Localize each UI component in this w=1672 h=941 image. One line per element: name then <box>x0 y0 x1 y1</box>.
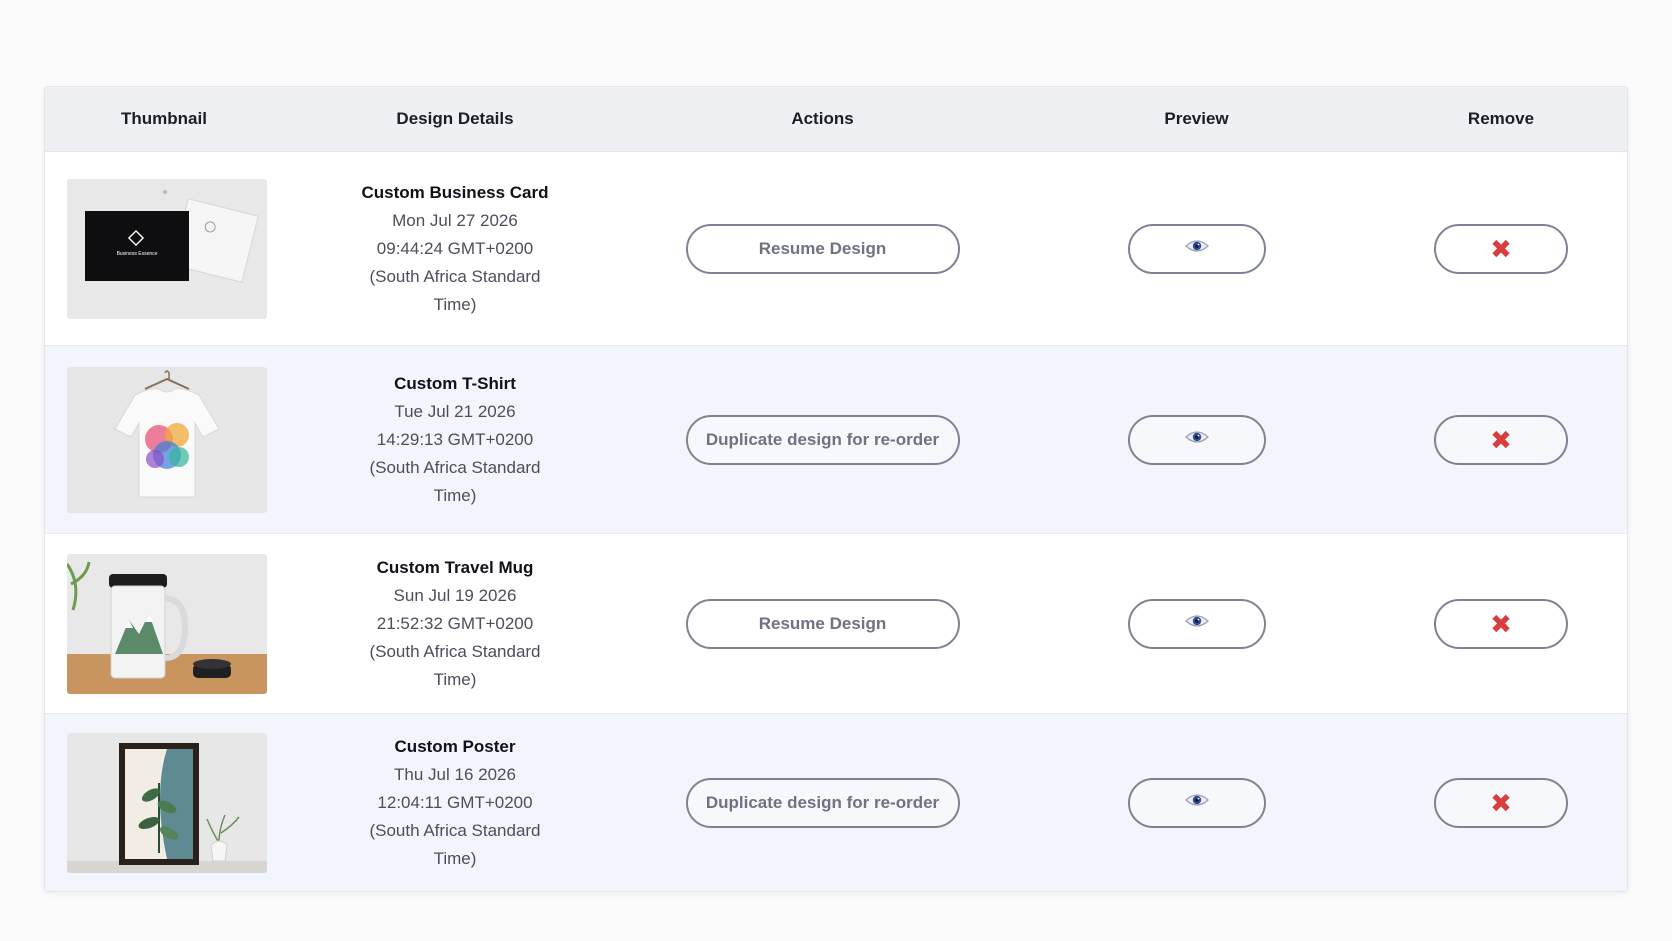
design-date: Thu Jul 16 2026 <box>394 764 516 784</box>
travel-mug-thumbnail <box>67 553 267 694</box>
eye-icon <box>1184 429 1209 450</box>
table-row: Business Essence Custom Business Card Mo… <box>45 152 1627 346</box>
design-time: 21:52:32 GMT+0200 <box>376 613 534 633</box>
design-timezone-end: Time) <box>433 848 477 868</box>
design-name: Custom Poster <box>394 736 516 756</box>
close-icon: ✖ <box>1490 787 1512 818</box>
close-icon: ✖ <box>1490 233 1512 264</box>
design-details: Custom T-Shirt Tue Jul 21 2026 14:29:13 … <box>283 370 627 510</box>
duplicate-design-button[interactable]: Duplicate design for re-order <box>685 414 960 465</box>
designs-table: Thumbnail Design Details Actions Preview… <box>44 86 1628 892</box>
remove-button[interactable]: ✖ <box>1434 598 1568 649</box>
design-time: 12:04:11 GMT+0200 <box>377 792 533 812</box>
design-date: Tue Jul 21 2026 <box>394 401 516 421</box>
duplicate-design-button[interactable]: Duplicate design for re-order <box>685 777 960 828</box>
design-timezone-end: Time) <box>433 669 477 689</box>
preview-button[interactable] <box>1127 598 1266 649</box>
table-row: Custom Travel Mug Sun Jul 19 2026 21:52:… <box>45 534 1627 714</box>
header-remove: Remove <box>1467 109 1535 128</box>
design-timezone: (South Africa Standard <box>369 266 541 286</box>
table-header: Thumbnail Design Details Actions Preview… <box>45 87 1627 152</box>
remove-button[interactable]: ✖ <box>1434 777 1568 828</box>
preview-button[interactable] <box>1127 414 1266 465</box>
table-row: Custom Poster Thu Jul 16 2026 12:04:11 G… <box>45 714 1627 891</box>
preview-button[interactable] <box>1127 777 1266 828</box>
close-icon: ✖ <box>1490 608 1512 639</box>
eye-icon <box>1184 613 1209 634</box>
design-timezone-end: Time) <box>433 294 477 314</box>
eye-icon <box>1184 238 1209 259</box>
design-timezone: (South Africa Standard <box>369 457 541 477</box>
svg-text:Business Essence: Business Essence <box>117 251 158 257</box>
design-details: Custom Poster Thu Jul 16 2026 12:04:11 G… <box>283 733 627 873</box>
tshirt-thumbnail <box>67 366 267 513</box>
resume-design-button[interactable]: Resume Design <box>685 598 960 649</box>
design-timezone: (South Africa Standard <box>369 820 541 840</box>
design-timezone-end: Time) <box>433 485 477 505</box>
eye-icon <box>1184 792 1209 813</box>
design-name: Custom Travel Mug <box>376 557 534 577</box>
business-card-thumbnail: Business Essence <box>67 178 267 319</box>
design-time: 14:29:13 GMT+0200 <box>376 429 534 449</box>
header-design-details: Design Details <box>396 109 514 128</box>
close-icon: ✖ <box>1490 424 1512 455</box>
remove-button[interactable]: ✖ <box>1434 414 1568 465</box>
design-name: Custom Business Card <box>361 182 549 202</box>
design-details: Custom Business Card Mon Jul 27 2026 09:… <box>283 179 627 319</box>
header-thumbnail: Thumbnail <box>121 109 207 128</box>
header-actions: Actions <box>791 109 854 128</box>
design-details: Custom Travel Mug Sun Jul 19 2026 21:52:… <box>283 554 627 694</box>
design-timezone: (South Africa Standard <box>369 641 541 661</box>
resume-design-button[interactable]: Resume Design <box>685 223 960 274</box>
table-row: Custom T-Shirt Tue Jul 21 2026 14:29:13 … <box>45 346 1627 534</box>
preview-button[interactable] <box>1127 223 1266 274</box>
design-name: Custom T-Shirt <box>394 373 516 393</box>
remove-button[interactable]: ✖ <box>1434 223 1568 274</box>
header-preview: Preview <box>1164 109 1229 128</box>
poster-thumbnail <box>67 732 267 873</box>
design-date: Mon Jul 27 2026 <box>392 210 518 230</box>
design-time: 09:44:24 GMT+0200 <box>376 238 534 258</box>
design-date: Sun Jul 19 2026 <box>393 585 517 605</box>
